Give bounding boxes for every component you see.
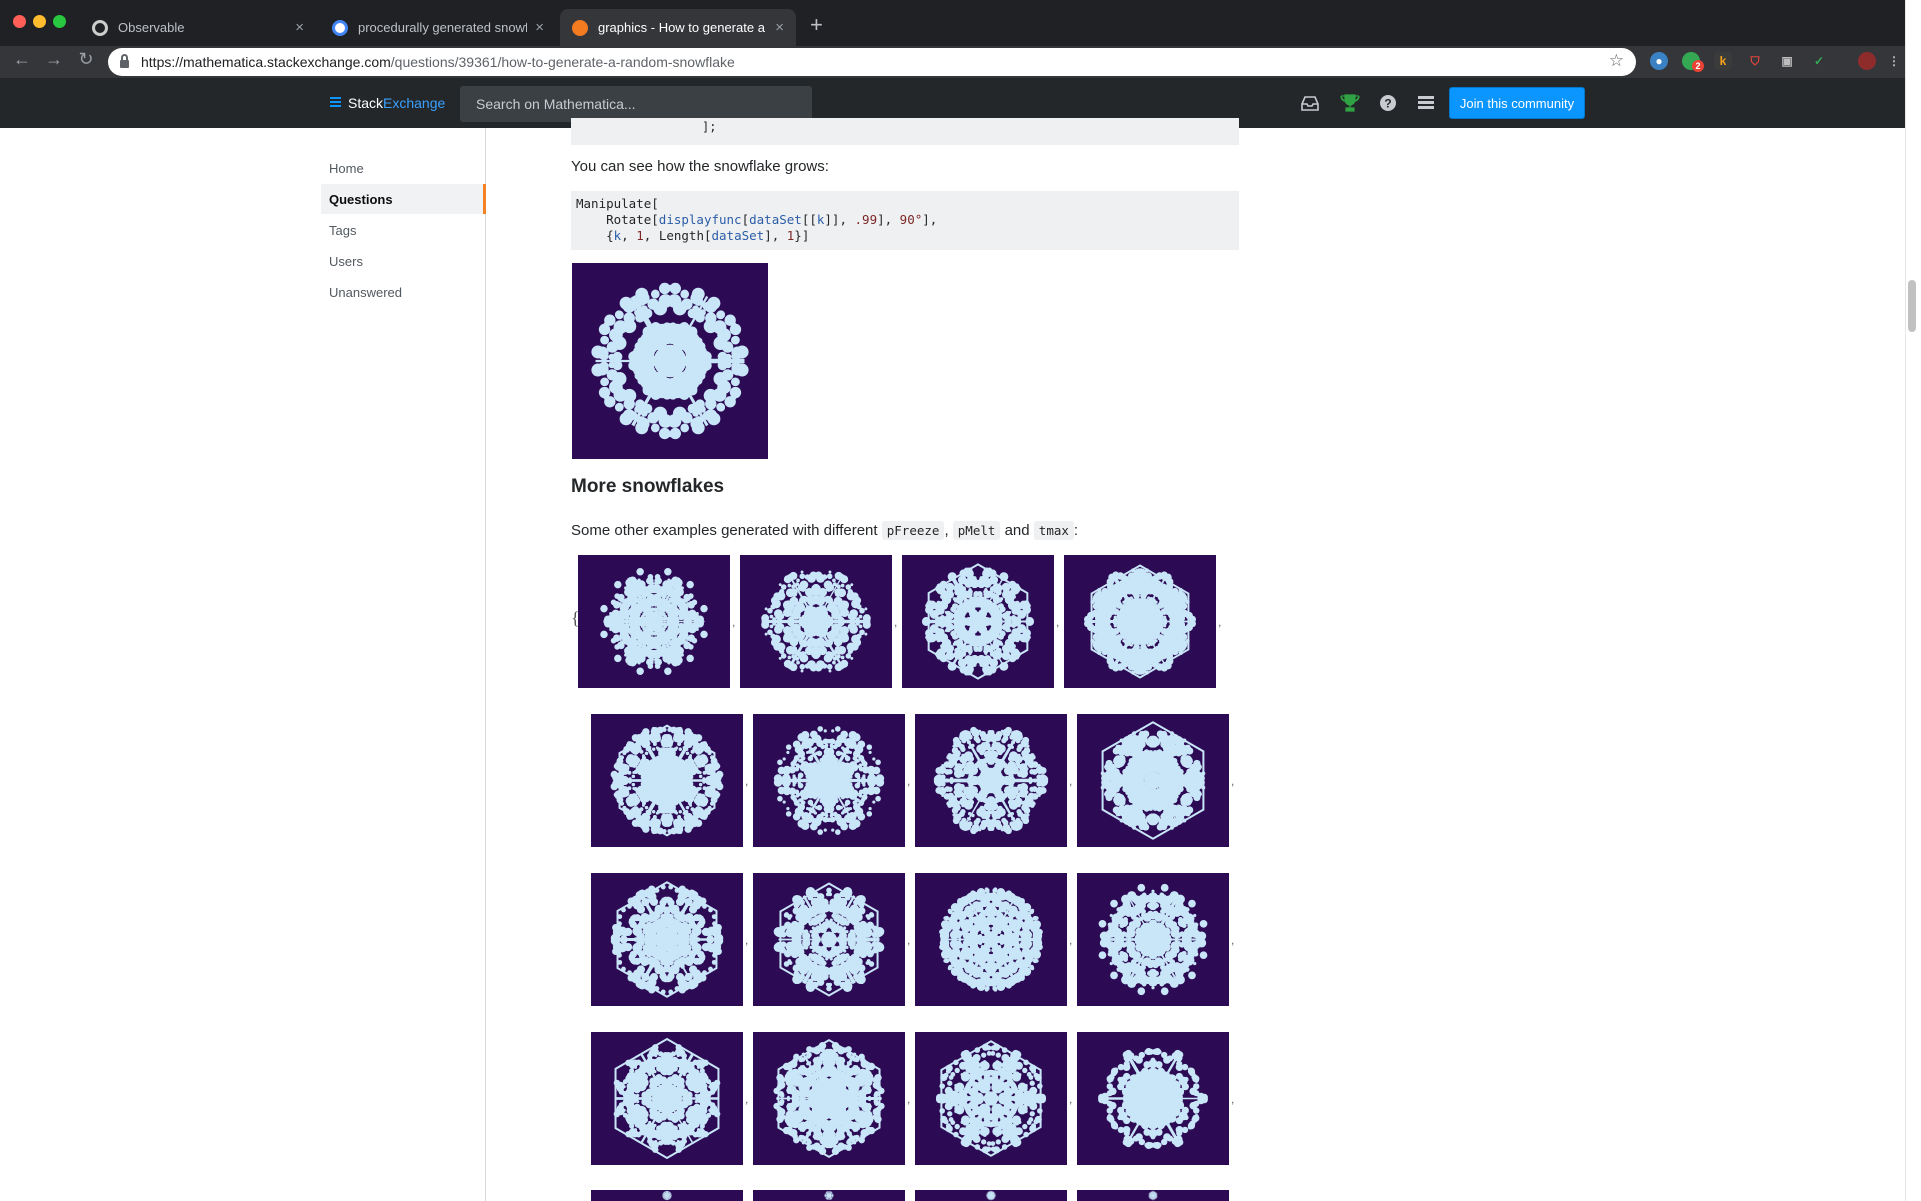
sidebar-item-home[interactable]: Home <box>321 153 486 183</box>
param-code: pFreeze <box>881 521 945 540</box>
tab-title: procedurally generated snowfl <box>358 20 528 35</box>
code-block-tail: ]; <box>571 118 1239 145</box>
forward-arrow-icon[interactable]: → <box>42 49 66 70</box>
list-separator: , <box>745 774 749 788</box>
profile-avatar-icon[interactable] <box>1858 52 1876 70</box>
snowflake-thumbnail <box>753 714 905 847</box>
close-tab-icon[interactable]: × <box>775 19 784 36</box>
list-separator: , <box>907 933 911 947</box>
back-arrow-icon[interactable]: ← <box>10 49 34 70</box>
inbox-icon[interactable] <box>1300 94 1320 112</box>
grow-paragraph: You can see how the snowflake grows: <box>571 158 829 175</box>
minimize-window-button[interactable] <box>33 15 46 28</box>
page-scrollbar[interactable] <box>1905 0 1921 1201</box>
stackexchange-logo[interactable]: Stack Exchange <box>330 95 445 111</box>
snowflake-thumbnail <box>591 1190 743 1201</box>
bookmark-star-icon[interactable]: ☆ <box>1609 51 1624 71</box>
tab-google[interactable]: procedurally generated snowfl × <box>320 9 556 46</box>
help-icon[interactable]: ? <box>1378 94 1398 112</box>
snowflake-thumbnail <box>915 1032 1067 1165</box>
list-separator: , <box>1069 1092 1073 1106</box>
snowflake-thumbnail <box>1077 714 1229 847</box>
list-separator: , <box>907 1092 911 1106</box>
extension-badge-icon[interactable]: 2 <box>1682 52 1704 72</box>
list-separator: , <box>894 615 898 629</box>
join-community-button[interactable]: Join this community <box>1449 87 1585 119</box>
tab-strip: Observable × procedurally generated snow… <box>0 0 1905 46</box>
url-text: https://mathematica.stackexchange.com/qu… <box>141 54 735 70</box>
param-code: pMelt <box>952 521 1001 540</box>
left-sidebar: Home Questions Tags Users Unanswered <box>321 128 486 1201</box>
snowflake-thumbnail <box>753 1190 905 1201</box>
list-separator: , <box>745 933 749 947</box>
snowflake-thumbnail <box>591 873 743 1006</box>
close-tab-icon[interactable]: × <box>535 19 544 36</box>
svg-text:?: ? <box>1384 97 1391 111</box>
snowflake-thumbnail <box>915 1190 1067 1201</box>
sidebar-item-users[interactable]: Users <box>321 246 486 276</box>
sidebar-item-questions[interactable]: Questions <box>321 184 486 214</box>
tab-title: graphics - How to generate a r <box>598 20 768 35</box>
snowflake-thumbnail <box>915 873 1067 1006</box>
close-tab-icon[interactable]: × <box>295 19 304 36</box>
list-separator: , <box>1231 1092 1235 1106</box>
list-separator: , <box>1231 774 1235 788</box>
google-icon <box>332 19 348 36</box>
new-tab-icon[interactable]: + <box>810 12 823 38</box>
snowflake-thumbnail <box>1064 555 1216 688</box>
list-separator: , <box>1069 774 1073 788</box>
extension-check-icon[interactable]: ✓ <box>1810 52 1828 70</box>
browser-menu-icon[interactable]: ⋮ <box>1888 52 1900 70</box>
site-search-input[interactable]: Search on Mathematica... <box>460 86 812 122</box>
snowflake-thumbnail <box>753 873 905 1006</box>
extension-shield-icon[interactable]: ⛉ <box>1746 52 1764 70</box>
snowflake-thumbnail <box>578 555 730 688</box>
logo-text-exchange: Exchange <box>383 95 446 111</box>
sidebar-item-unanswered[interactable]: Unanswered <box>321 277 486 307</box>
tab-title: Observable <box>118 20 185 35</box>
list-separator: , <box>907 774 911 788</box>
lock-icon <box>120 54 129 68</box>
snowflake-thumbnail <box>1077 1032 1229 1165</box>
snowflake-thumbnail <box>1077 873 1229 1006</box>
examples-paragraph: Some other examples generated with diffe… <box>571 521 1079 540</box>
list-separator: , <box>1231 933 1235 947</box>
snowflake-thumbnail <box>902 555 1054 688</box>
browser-window: Observable × procedurally generated snow… <box>0 0 1905 78</box>
mathematica-icon <box>572 19 588 36</box>
extension-k-icon[interactable]: k <box>1714 52 1732 70</box>
snowflake-thumbnail <box>591 714 743 847</box>
list-separator: , <box>1218 615 1222 629</box>
param-code: tmax <box>1033 521 1074 540</box>
list-separator: , <box>745 1092 749 1106</box>
snowflake-thumbnail <box>753 1032 905 1165</box>
reload-icon[interactable]: ↻ <box>74 49 98 70</box>
list-separator: , <box>1056 615 1060 629</box>
logo-text-stack: Stack <box>348 95 384 111</box>
extension-pip-icon[interactable]: ▣ <box>1778 52 1796 70</box>
snowflake-thumbnail <box>915 714 1067 847</box>
scrollbar-thumb[interactable] <box>1908 280 1916 332</box>
close-window-button[interactable] <box>13 15 26 28</box>
section-heading: More snowflakes <box>571 476 725 497</box>
maximize-window-button[interactable] <box>53 15 66 28</box>
achievements-icon[interactable] <box>1340 94 1360 112</box>
stackexchange-logo-icon <box>330 97 341 109</box>
tab-stackexchange[interactable]: graphics - How to generate a r × <box>560 9 796 46</box>
address-bar[interactable]: https://mathematica.stackexchange.com/qu… <box>108 48 1636 76</box>
sidebar-item-tags[interactable]: Tags <box>321 215 486 245</box>
observable-icon <box>92 19 108 36</box>
list-separator: , <box>732 615 736 629</box>
growing-snowflake-image <box>572 263 768 459</box>
browser-toolbar: ← → ↻ https://mathematica.stackexchange.… <box>0 46 1905 78</box>
extension-badge-count: 2 <box>1692 60 1704 72</box>
site-switcher-icon[interactable] <box>1416 94 1436 112</box>
list-separator: , <box>1069 933 1073 947</box>
manipulate-code-block: Manipulate[ Rotate[displayfunc[dataSet[[… <box>571 191 1239 250</box>
extension-edge-icon[interactable]: ● <box>1650 52 1668 70</box>
snowflake-thumbnail <box>1077 1190 1229 1201</box>
snowflake-thumbnail <box>740 555 892 688</box>
snowflake-thumbnail <box>591 1032 743 1165</box>
tab-observable[interactable]: Observable × <box>80 9 316 46</box>
